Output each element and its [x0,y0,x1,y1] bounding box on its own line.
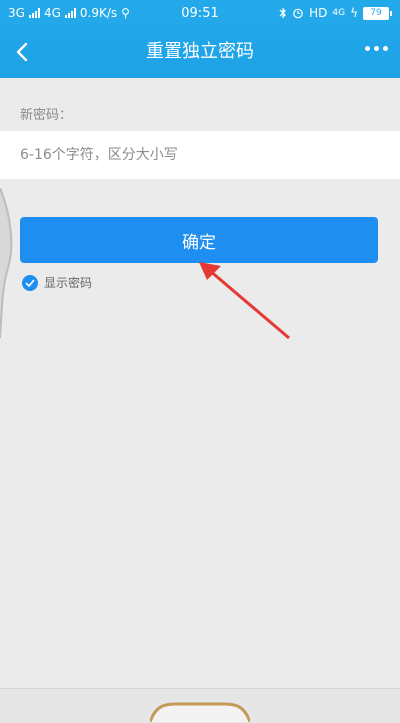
page-title: 重置独立密码 [146,41,254,62]
show-password-label: 显示密码 [44,276,93,290]
network-type-3: 4G [332,8,346,18]
signal-icon [28,8,40,18]
network-type-1: 3G [8,6,25,20]
battery-level: 79 [363,6,389,20]
signal-icon-2 [64,8,76,18]
hd-badge: HD [309,6,328,20]
usb-icon: ⚲ [121,6,130,20]
confirm-label: 确定 [182,232,216,253]
bluetooth-icon [279,7,286,19]
new-password-label: 新密码： [20,108,73,123]
show-password-toggle[interactable]: 显示密码 [22,274,92,291]
battery-icon: 79 [363,6,392,20]
home-indicator [150,702,250,722]
status-right: HD 4G ϟ 79 [279,6,392,20]
nav-bar: 重置独立密码 [0,26,400,78]
network-type-2: 4G [43,6,61,20]
alarm-icon [293,8,303,19]
decorative-edge [0,188,13,338]
password-row [0,131,400,179]
status-bar: 3G 4G 0.9K/s ⚲ 09:51 HD 4G ϟ 79 [0,0,400,26]
network-speed: 0.9K/s [79,6,118,20]
password-input[interactable] [20,131,380,179]
check-icon[interactable] [22,274,38,291]
status-left: 3G 4G 0.9K/s ⚲ [8,6,130,20]
annotation-arrow [199,262,290,340]
more-icon[interactable] [365,46,388,51]
lightning-icon: ϟ [350,6,358,20]
confirm-button[interactable]: 确定 [20,217,378,263]
